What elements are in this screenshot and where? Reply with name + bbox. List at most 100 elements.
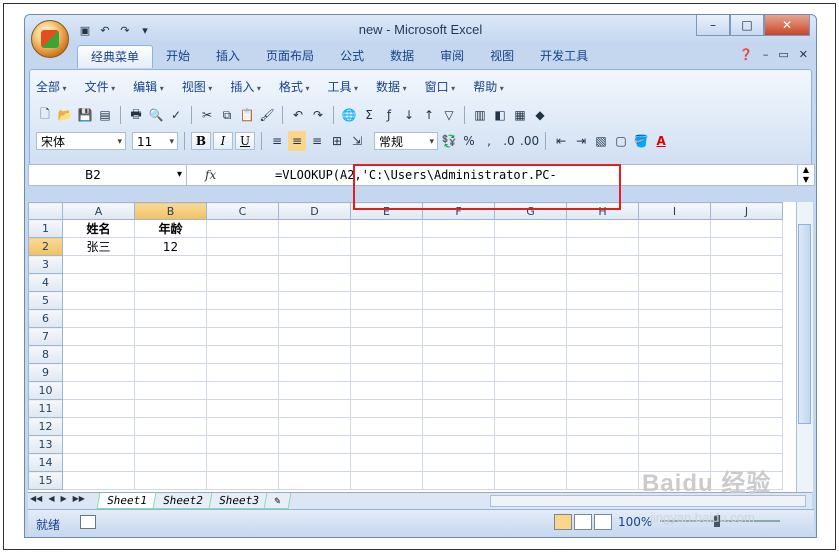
sort-descending-icon[interactable]: ↑ [420,105,438,125]
cell[interactable] [710,399,783,418]
cell[interactable] [62,255,135,274]
cell[interactable] [278,237,351,256]
cell[interactable] [206,327,279,346]
cell[interactable] [638,363,711,382]
cell[interactable] [62,471,135,490]
cell[interactable] [278,273,351,292]
column-header[interactable]: D [278,202,351,220]
cell[interactable] [134,417,207,436]
ribbon-tab[interactable]: 经典菜单 [77,45,154,68]
minimize-workbook-button[interactable]: – [763,48,769,61]
cell[interactable] [62,417,135,436]
cell[interactable] [134,327,207,346]
cell[interactable] [494,255,567,274]
row-header[interactable]: 7 [28,327,63,346]
cell[interactable] [206,291,279,310]
ribbon-tab[interactable]: 视图 [477,45,527,67]
cell[interactable] [62,363,135,382]
close-button[interactable]: ✕ [764,15,810,36]
help-icon[interactable]: ❓ [739,48,753,61]
cell[interactable] [350,219,423,238]
align-left-icon[interactable]: ≡ [268,131,286,151]
column-header[interactable]: J [710,202,783,220]
cell[interactable] [494,273,567,292]
insert-sheet-icon[interactable]: ✎ [263,493,292,509]
cell[interactable] [710,363,783,382]
autosum-icon[interactable]: Σ [360,105,378,125]
cell[interactable] [278,219,351,238]
cell[interactable] [638,435,711,454]
comma-icon[interactable]: , [480,131,498,151]
sheet-tab[interactable]: Sheet2 [152,493,213,509]
macro-icon[interactable]: ◆ [531,105,549,125]
row-header[interactable]: 2 [28,237,63,256]
zoom-level[interactable]: 100% [618,515,652,529]
table-icon[interactable]: ▦ [511,105,529,125]
insert-function-icon[interactable]: ƒ [380,105,398,125]
classic-menu-item[interactable]: 格式 [279,78,310,95]
cell[interactable]: 年龄 [134,219,207,238]
cell[interactable] [134,273,207,292]
cell[interactable] [350,255,423,274]
first-sheet-icon[interactable]: ◀◀ [30,494,42,503]
cell[interactable] [710,345,783,364]
undo-icon[interactable]: ↶ [289,105,307,125]
cell[interactable] [566,471,639,490]
cell[interactable] [710,381,783,400]
cell[interactable] [422,471,495,490]
cell[interactable] [710,255,783,274]
row-header[interactable]: 5 [28,291,63,310]
cell[interactable] [710,273,783,292]
insert-function-fx-icon[interactable]: fx [205,165,216,185]
cell[interactable] [566,237,639,256]
cell[interactable] [638,399,711,418]
cell[interactable] [566,417,639,436]
cell[interactable] [278,453,351,472]
new-icon[interactable]: 🗋 [36,105,54,125]
filter-icon[interactable]: ▽ [440,105,458,125]
column-header[interactable]: A [62,202,135,220]
row-header[interactable]: 9 [28,363,63,382]
cell[interactable] [134,363,207,382]
classic-menu-item[interactable]: 编辑 [133,78,164,95]
number-format-combo[interactable]: 常规 [374,132,438,151]
cell[interactable] [494,399,567,418]
cell[interactable] [566,327,639,346]
cell[interactable] [494,219,567,238]
cell[interactable] [566,453,639,472]
cell[interactable] [494,327,567,346]
cell[interactable] [710,417,783,436]
cell[interactable] [566,255,639,274]
cell[interactable] [566,309,639,328]
align-right-icon[interactable]: ≡ [308,131,326,151]
cell[interactable] [710,327,783,346]
cell[interactable] [350,273,423,292]
cell[interactable] [422,237,495,256]
cell[interactable] [278,417,351,436]
cell[interactable] [494,381,567,400]
cell[interactable] [566,363,639,382]
sheet-tab[interactable]: Sheet3 [208,493,269,509]
sort-ascending-icon[interactable]: ↓ [400,105,418,125]
cell[interactable] [566,345,639,364]
bold-button[interactable]: B [191,132,211,150]
cell[interactable]: 张三 [62,237,135,256]
cell[interactable] [710,309,783,328]
cell[interactable] [350,435,423,454]
cell[interactable] [206,255,279,274]
cell[interactable] [710,291,783,310]
column-header[interactable]: I [638,202,711,220]
cell[interactable] [638,237,711,256]
chart-icon[interactable]: ▥ [471,105,489,125]
row-header[interactable]: 10 [28,381,63,400]
cell[interactable] [278,309,351,328]
row-header[interactable]: 13 [28,435,63,454]
cell[interactable] [422,453,495,472]
cell[interactable] [422,291,495,310]
cell[interactable] [62,399,135,418]
cell[interactable] [134,255,207,274]
ribbon-tab[interactable]: 数据 [377,45,427,67]
classic-menu-item[interactable]: 窗口 [425,78,456,95]
cell[interactable] [206,345,279,364]
ribbon-tab[interactable]: 开发工具 [527,45,601,67]
